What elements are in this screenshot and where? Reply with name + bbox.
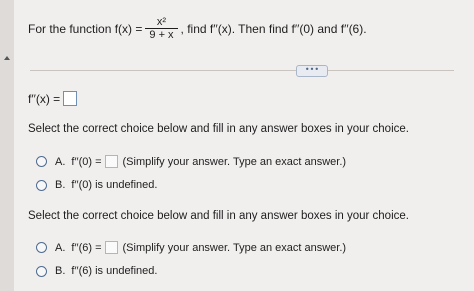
second-derivative-input[interactable]: [63, 91, 78, 106]
second-derivative-answer: f′′(x) =: [28, 91, 78, 106]
question-panel: For the function f(x) = x² 9 + x , find …: [14, 0, 474, 291]
part2-option-a-letter: A.: [55, 241, 66, 254]
part1-option-a-label: f′′(0) =: [71, 155, 102, 168]
part1-option-b-radio[interactable]: [36, 179, 47, 191]
part1-option-b-label: f′′(0) is undefined.: [71, 179, 158, 191]
part2-option-b[interactable]: B. f′′(6) is undefined.: [36, 265, 157, 277]
scroll-up-arrow-icon[interactable]: [4, 56, 10, 60]
question-suffix: , find f′′(x). Then find f′′(0) and f′′(…: [180, 21, 367, 36]
part2-option-a-label: f′′(6) =: [71, 241, 102, 254]
part2-option-a[interactable]: A. f′′(6) = (Simplify your answer. Type …: [36, 241, 346, 254]
part2-option-b-radio[interactable]: [36, 265, 47, 277]
part1-option-a-letter: A.: [55, 155, 66, 168]
part2-option-b-letter: B.: [55, 265, 66, 277]
part2-option-b-label: f′′(6) is undefined.: [71, 265, 158, 277]
fraction-numerator: x²: [156, 16, 167, 28]
answer-label: f′′(x) =: [28, 91, 61, 106]
fraction-denominator: 9 + x: [145, 28, 178, 41]
section-divider: [30, 70, 454, 71]
part1-option-a-radio[interactable]: [36, 156, 47, 167]
f-second-6-input[interactable]: [104, 241, 118, 254]
more-options-button[interactable]: •••: [296, 65, 328, 77]
part1-option-b[interactable]: B. f′′(0) is undefined.: [36, 179, 157, 191]
question-text: For the function f(x) = x² 9 + x , find …: [28, 16, 367, 41]
part1-instruction: Select the correct choice below and fill…: [28, 123, 409, 135]
part1-option-a[interactable]: A. f′′(0) = (Simplify your answer. Type …: [36, 155, 346, 168]
part2-option-a-radio[interactable]: [36, 242, 47, 253]
function-fraction: x² 9 + x: [145, 16, 178, 41]
question-prefix: For the function f(x) =: [28, 21, 143, 36]
f-second-0-input[interactable]: [104, 155, 118, 168]
part1-option-b-letter: B.: [55, 179, 66, 191]
part2-instruction: Select the correct choice below and fill…: [28, 210, 409, 222]
part2-option-a-hint: (Simplify your answer. Type an exact ans…: [122, 241, 347, 254]
part1-option-a-hint: (Simplify your answer. Type an exact ans…: [122, 155, 347, 168]
left-scroll-strip[interactable]: [0, 0, 14, 291]
